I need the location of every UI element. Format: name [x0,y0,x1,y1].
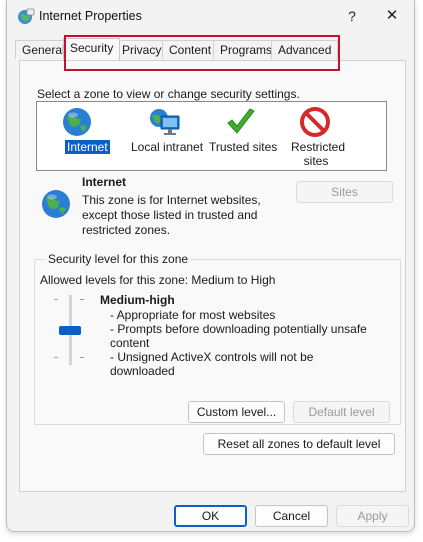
window-title: Internet Properties [39,9,142,23]
security-level-group-title: Security level for this zone [45,252,192,266]
level-bullet: - Appropriate for most websites [110,308,276,322]
slider-tick [80,357,84,358]
custom-level-button[interactable]: Custom level... [188,401,285,423]
security-level-slider-thumb[interactable] [59,326,81,335]
sites-button[interactable]: Sites [296,181,393,203]
apply-button[interactable]: Apply [336,505,409,527]
tab-privacy[interactable]: Privacy [115,40,169,59]
intranet-icon [150,109,180,135]
zone-prompt: Select a zone to view or change security… [37,87,300,101]
globe-icon [63,108,91,136]
help-button[interactable]: ? [341,6,363,26]
zone-label: Local intranet [131,140,204,154]
security-tab-panel: Select a zone to view or change security… [19,60,406,492]
level-bullet: - Unsigned ActiveX controls will not be … [110,350,314,378]
cancel-button[interactable]: Cancel [255,505,328,527]
tab-security[interactable]: Security [63,38,121,60]
selected-zone-name: Internet [82,175,127,189]
tab-advanced[interactable]: Advanced [271,40,339,59]
level-bullet: - Prompts before downloading potentially… [110,322,367,350]
restricted-icon [300,107,330,137]
zone-list: Internet Local intranet Trusted sites Re… [36,101,387,171]
slider-tick [54,299,58,300]
selected-zone-description: This zone is for Internet websites, exce… [82,193,261,237]
title-bar: Internet Properties ? ✕ [7,0,414,32]
checkmark-icon [227,108,255,134]
internet-options-icon [18,8,35,24]
allowed-levels-text: Allowed levels for this zone: Medium to … [40,273,276,287]
reset-all-zones-button[interactable]: Reset all zones to default level [203,433,395,455]
tab-content[interactable]: Content [162,40,219,59]
security-level-name: Medium-high [100,293,175,307]
zone-label: Trusted sites [209,140,278,154]
internet-properties-dialog: Internet Properties ? ✕ General Security… [6,0,415,532]
tab-strip: General Security Privacy Content Program… [7,38,414,60]
globe-icon [42,190,70,218]
default-level-button[interactable]: Default level [293,401,390,423]
zone-label: Restricted sites [291,140,346,168]
security-level-description: - Appropriate for most websites - Prompt… [110,308,380,378]
ok-button[interactable]: OK [174,505,247,527]
slider-tick [54,357,58,358]
zone-label: Internet [65,140,110,154]
tab-programs[interactable]: Programs [213,40,280,59]
close-button[interactable]: ✕ [380,6,404,26]
slider-tick [80,299,84,300]
